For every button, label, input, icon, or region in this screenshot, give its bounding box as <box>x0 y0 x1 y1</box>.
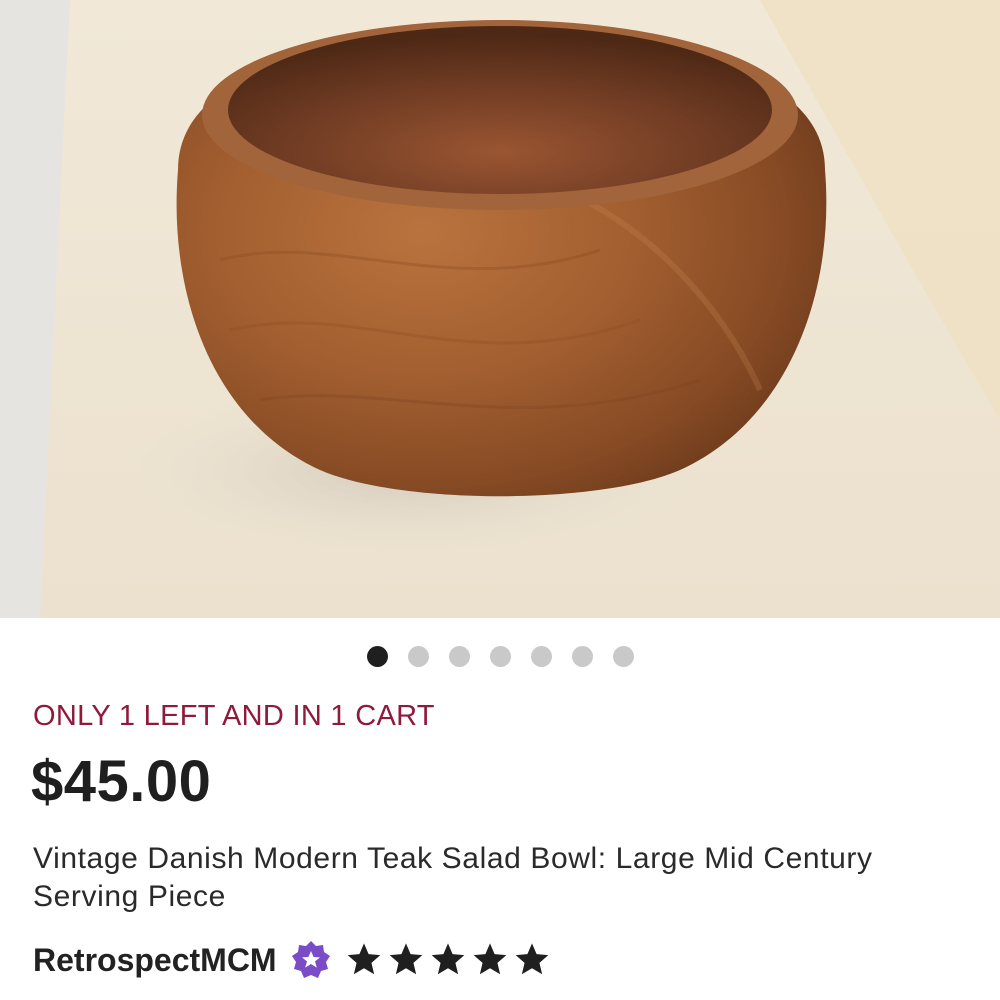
carousel-dot[interactable] <box>571 645 593 667</box>
star-icon <box>387 941 425 979</box>
star-seller-badge-icon <box>291 940 331 980</box>
carousel-dot[interactable] <box>448 645 470 667</box>
carousel-dot[interactable] <box>407 645 429 667</box>
seller-rating <box>345 941 551 979</box>
star-icon <box>471 941 509 979</box>
carousel-dot[interactable] <box>530 645 552 667</box>
bowl-photo <box>0 0 1000 618</box>
price: $45.00 <box>31 749 212 814</box>
carousel-dot[interactable] <box>612 645 634 667</box>
stock-notice: ONLY 1 LEFT AND IN 1 CART <box>33 700 435 732</box>
carousel-dot[interactable] <box>489 645 511 667</box>
product-image[interactable] <box>0 0 1000 618</box>
image-carousel-dots[interactable] <box>0 644 1000 668</box>
listing-title: Vintage Danish Modern Teak Salad Bowl: L… <box>33 842 873 913</box>
seller-name[interactable]: RetrospectMCM <box>33 942 277 979</box>
star-icon <box>345 941 383 979</box>
seller-row[interactable]: RetrospectMCM <box>33 938 551 982</box>
star-icon <box>429 941 467 979</box>
carousel-dot[interactable] <box>366 645 388 667</box>
star-icon <box>513 941 551 979</box>
